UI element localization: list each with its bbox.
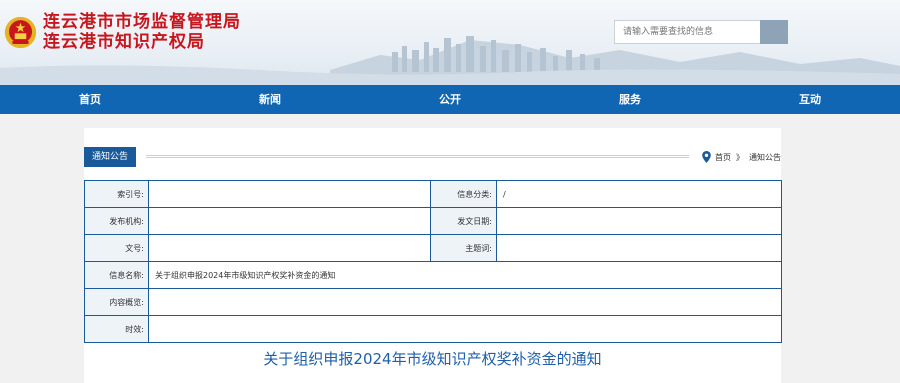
publisher-value [148, 207, 431, 235]
search-button[interactable] [760, 20, 788, 44]
site-logo[interactable]: 连云港市市场监督管理局 连云港市知识产权局 [4, 12, 241, 52]
section-tag: 通知公告 [84, 147, 137, 167]
breadcrumb-current[interactable]: 通知公告 [749, 152, 781, 163]
nav-item-services[interactable]: 服务 [540, 85, 720, 114]
publisher-label: 发布机构: [84, 207, 149, 235]
content-panel: 通知公告 首页 》 通知公告 索引号: 信息分类: / 发布机构: 发文日期: … [84, 128, 782, 383]
docno-value [148, 234, 431, 262]
section-divider [146, 155, 689, 158]
site-title-line1: 连云港市市场监督管理局 [43, 12, 241, 32]
index-value [148, 180, 431, 208]
table-row: 信息名称: 关于组织申报2024年市级知识产权奖补资金的通知 [84, 261, 782, 289]
summary-value [148, 288, 782, 316]
name-value: 关于组织申报2024年市级知识产权奖补资金的通知 [148, 261, 782, 289]
search-box [614, 20, 788, 44]
section-header: 通知公告 首页 》 通知公告 [84, 147, 781, 167]
category-value: / [496, 180, 782, 208]
breadcrumb-separator: 》 [736, 152, 744, 162]
breadcrumb-home[interactable]: 首页 [715, 152, 731, 163]
subject-label: 主题词: [430, 234, 497, 262]
site-header: 连云港市市场监督管理局 连云港市知识产权局 [0, 0, 900, 85]
nav-item-home[interactable]: 首页 [0, 85, 180, 114]
site-title-line2: 连云港市知识产权局 [43, 32, 205, 52]
table-row: 发布机构: 发文日期: [84, 207, 782, 235]
docno-label: 文号: [84, 234, 149, 262]
main-nav: 首页 新闻 公开 服务 互动 [0, 85, 900, 114]
location-pin-icon [702, 151, 711, 163]
table-row: 文号: 主题词: [84, 234, 782, 262]
table-row: 内容概览: [84, 288, 782, 316]
table-row: 索引号: 信息分类: / [84, 180, 782, 208]
date-value [496, 207, 782, 235]
nav-item-disclosure[interactable]: 公开 [360, 85, 540, 114]
search-input[interactable] [614, 20, 760, 44]
main-area: 通知公告 首页 》 通知公告 索引号: 信息分类: / 发布机构: 发文日期: … [0, 114, 900, 383]
document-title: 关于组织申报2024年市级知识产权奖补资金的通知 [263, 350, 602, 368]
info-metadata-table: 索引号: 信息分类: / 发布机构: 发文日期: 文号: 主题词: 信息名称: … [84, 180, 782, 343]
index-label: 索引号: [84, 180, 149, 208]
table-row: 时效: [84, 315, 782, 343]
validity-label: 时效: [84, 315, 149, 343]
subject-value [496, 234, 782, 262]
summary-label: 内容概览: [84, 288, 149, 316]
category-label: 信息分类: [430, 180, 497, 208]
national-emblem-icon [4, 16, 37, 48]
date-label: 发文日期: [430, 207, 497, 235]
breadcrumb: 首页 》 通知公告 [702, 147, 781, 167]
validity-value [148, 315, 782, 343]
name-label: 信息名称: [84, 261, 149, 289]
nav-item-news[interactable]: 新闻 [180, 85, 360, 114]
nav-item-interaction[interactable]: 互动 [720, 85, 900, 114]
